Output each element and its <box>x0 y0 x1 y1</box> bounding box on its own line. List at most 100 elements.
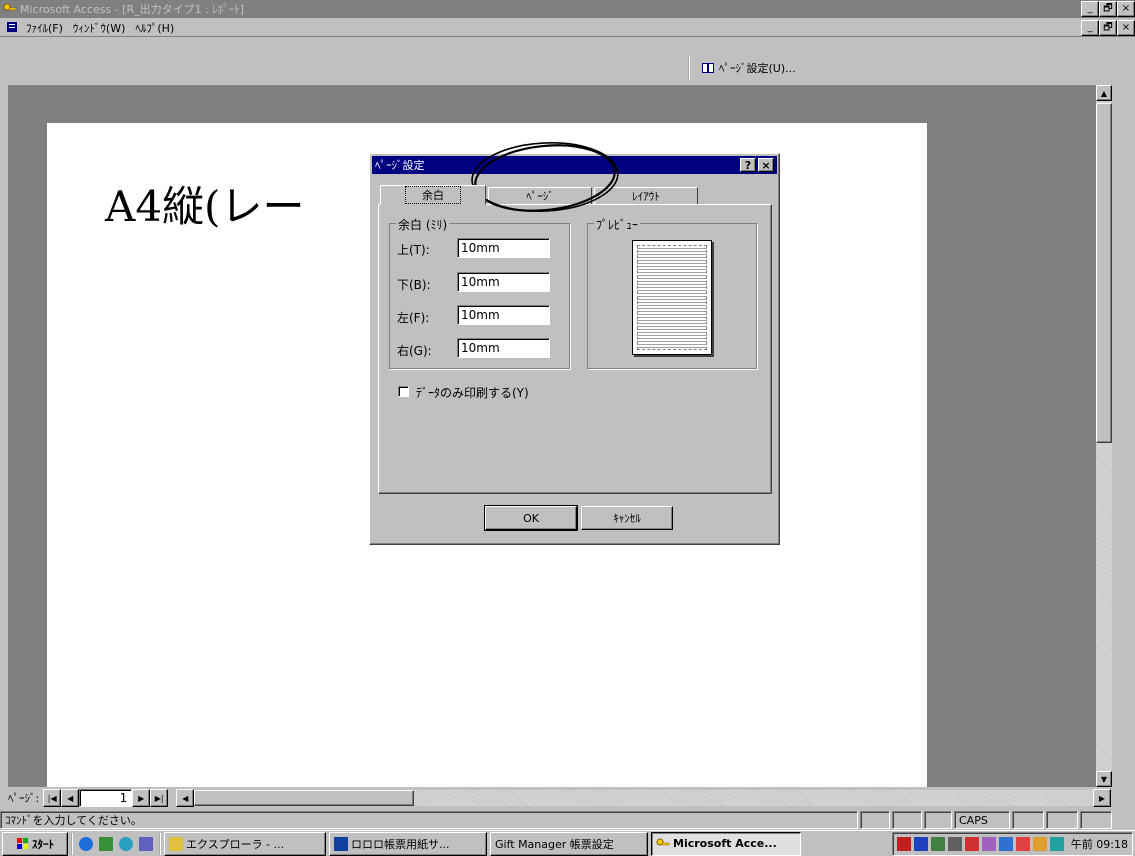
channel-icon[interactable] <box>119 836 133 851</box>
next-page-button[interactable]: ▶ <box>132 789 151 807</box>
top-margin-input[interactable]: 10mm <box>457 238 550 258</box>
system-tray: 午前 09:18 <box>891 831 1133 856</box>
access-key-icon <box>656 837 670 851</box>
tab-layout-label: ﾚｲｱｳﾄ <box>632 190 660 203</box>
annotation-ellipse <box>471 142 619 212</box>
horizontal-scrollbar[interactable] <box>194 790 1093 806</box>
status-panel <box>1046 811 1078 829</box>
preview-group-label: ﾌﾟﾚﾋﾞｭｰ <box>594 216 641 233</box>
record-nav-bar: ﾍﾟｰｼﾞ: |◀ ◀ 1 ▶ ▶| ◀ ▶ <box>8 789 1111 807</box>
left-margin-label: 左(F): <box>397 311 430 325</box>
desktop-icon[interactable] <box>139 836 153 851</box>
tray-icon[interactable] <box>981 836 996 851</box>
tray-icon[interactable] <box>998 836 1013 851</box>
prev-page-button[interactable]: ◀ <box>61 789 80 807</box>
last-page-button[interactable]: ▶| <box>150 789 169 807</box>
page-setup-toolbar-label: ﾍﾟｰｼﾞ設定(U)... <box>719 61 796 75</box>
status-text: ｺﾏﾝﾄﾞを入力してください。 <box>0 811 858 829</box>
status-panel <box>1080 811 1112 829</box>
report-heading: A4縦(レー <box>105 182 305 231</box>
vertical-scrollbar[interactable]: ▲ ▼ <box>1096 85 1112 787</box>
right-margin-label: 右(G): <box>397 344 432 358</box>
tab-margins-label: 余白 <box>405 186 461 204</box>
dialog-close-button[interactable]: × <box>758 158 774 172</box>
task-label: エクスプローラ - ... <box>186 837 285 851</box>
first-page-button[interactable]: |◀ <box>43 789 62 807</box>
access-key-icon <box>3 2 17 16</box>
doc-close-button[interactable]: × <box>1117 20 1135 36</box>
minimize-button[interactable]: _ <box>1081 1 1099 17</box>
ie-icon[interactable] <box>79 836 93 851</box>
explorer-icon <box>169 836 183 851</box>
start-button[interactable]: ｽﾀｰﾄ <box>2 831 68 856</box>
status-panel <box>1012 811 1044 829</box>
doc-restore-button[interactable]: 🗗 <box>1099 20 1117 36</box>
cancel-button[interactable]: ｷｬﾝｾﾙ <box>581 506 673 530</box>
tray-icon[interactable] <box>964 836 979 851</box>
bottom-margin-label: 下(B): <box>397 278 431 292</box>
close-button[interactable]: × <box>1117 1 1135 17</box>
tray-icon[interactable] <box>913 836 928 851</box>
status-bar: ｺﾏﾝﾄﾞを入力してください。 CAPS <box>0 811 1135 829</box>
tray-icon[interactable] <box>930 836 945 851</box>
task-label: Microsoft Acce... <box>673 837 777 850</box>
scroll-left-button[interactable]: ◀ <box>176 789 195 807</box>
task-label: ロロロ帳票用紙サ... <box>351 837 450 851</box>
tray-icon[interactable] <box>896 836 911 851</box>
menu-bar: ﾌｧｲﾙ(F) ｳｨﾝﾄﾞｳ(W) ﾍﾙﾌﾟ(H) <box>0 19 1135 37</box>
bottom-margin-input[interactable]: 10mm <box>457 272 550 292</box>
vertical-scroll-thumb[interactable] <box>1096 103 1112 443</box>
speaker-icon[interactable] <box>947 836 962 851</box>
caps-indicator: CAPS <box>954 811 1010 829</box>
menu-help[interactable]: ﾍﾙﾌﾟ(H) <box>135 20 174 36</box>
menu-file[interactable]: ﾌｧｲﾙ(F) <box>26 20 63 36</box>
preview-page <box>632 240 712 355</box>
doc-window-controls: _ 🗗 × <box>1081 20 1135 36</box>
report-doc-icon <box>6 21 20 35</box>
dialog-title: ﾍﾟｰｼﾞ設定 <box>375 159 425 172</box>
right-margin-input[interactable]: 10mm <box>457 338 550 358</box>
task-word[interactable]: ロロロ帳票用紙サ... <box>329 831 487 856</box>
scroll-down-button[interactable]: ▼ <box>1096 771 1112 787</box>
task-explorer[interactable]: エクスプローラ - ... <box>164 831 326 856</box>
left-margin-input[interactable]: 10mm <box>457 305 550 325</box>
task-access[interactable]: Microsoft Acce... <box>651 831 801 856</box>
window-title: Microsoft Access - [R_出力タイプ1 : ﾚﾎﾟｰﾄ] <box>20 3 245 16</box>
quick-launch <box>71 832 161 855</box>
preview-print-area <box>637 245 707 350</box>
task-gift-manager[interactable]: Gift Manager 帳票設定 <box>490 831 648 856</box>
margins-group-label: 余白 (ﾐﾘ) <box>396 216 450 233</box>
page-setup-icon <box>701 61 715 75</box>
task-label: Gift Manager 帳票設定 <box>495 837 614 851</box>
taskbar: ｽﾀｰﾄ エクスプローラ - ... ロロロ帳票用紙サ... Gift Mana… <box>0 830 1135 856</box>
status-panel <box>924 811 952 829</box>
scroll-right-button[interactable]: ▶ <box>1093 789 1111 807</box>
window-controls: _ 🗗 × <box>1081 1 1135 17</box>
tab-margins[interactable]: 余白 <box>380 185 486 205</box>
windows-logo-icon <box>16 837 30 851</box>
tray-icon[interactable] <box>1032 836 1047 851</box>
menu-window[interactable]: ｳｨﾝﾄﾞｳ(W) <box>73 20 125 36</box>
status-panel <box>892 811 922 829</box>
outlook-icon[interactable] <box>99 836 113 851</box>
tray-icon[interactable] <box>1049 836 1064 851</box>
page-number-field[interactable]: 1 <box>79 789 133 807</box>
ok-button[interactable]: OK <box>484 505 578 531</box>
word-icon <box>334 836 348 851</box>
toolbar: ﾍﾟｰｼﾞ設定(U)... <box>688 56 812 80</box>
start-label: ｽﾀｰﾄ <box>32 837 54 851</box>
page-setup-toolbar-button[interactable]: ﾍﾟｰｼﾞ設定(U)... <box>696 57 810 78</box>
scroll-up-button[interactable]: ▲ <box>1096 85 1112 101</box>
doc-minimize-button[interactable]: _ <box>1081 20 1099 36</box>
clock: 午前 09:18 <box>1070 837 1128 851</box>
data-only-label: ﾃﾞｰﾀのみ印刷する(Y) <box>416 386 529 400</box>
page-nav-label: ﾍﾟｰｼﾞ: <box>8 792 40 805</box>
horizontal-scroll-thumb[interactable] <box>194 790 415 806</box>
status-panel <box>860 811 890 829</box>
restore-button[interactable]: 🗗 <box>1099 1 1117 17</box>
tray-icon[interactable] <box>1015 836 1030 851</box>
data-only-checkbox[interactable] <box>398 386 409 397</box>
app-titlebar: Microsoft Access - [R_出力タイプ1 : ﾚﾎﾟｰﾄ] <box>0 0 1135 18</box>
top-margin-label: 上(T): <box>397 243 430 257</box>
dialog-help-button[interactable]: ? <box>740 158 756 172</box>
